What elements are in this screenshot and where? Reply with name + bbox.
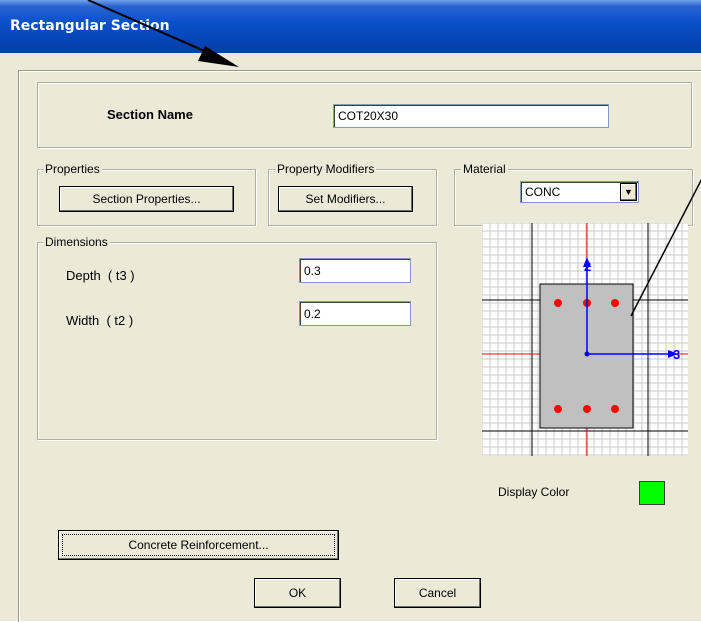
concrete-reinforcement-button[interactable]: Concrete Reinforcement... xyxy=(58,530,339,560)
rebar-dot xyxy=(583,405,591,413)
axis-origin xyxy=(584,351,590,357)
axis-2-label: 2 xyxy=(584,259,591,274)
dimensions-legend: Dimensions xyxy=(43,235,110,249)
chevron-down-icon[interactable]: ▼ xyxy=(620,183,637,201)
display-color-swatch[interactable] xyxy=(639,481,665,505)
width-input[interactable] xyxy=(299,301,411,326)
window-title: Rectangular Section xyxy=(10,18,170,34)
depth-label: Depth ( t3 ) xyxy=(66,268,135,283)
axis-3-label: 3 xyxy=(673,347,680,362)
section-preview: 2 3 xyxy=(482,223,688,456)
property-modifiers-legend: Property Modifiers xyxy=(275,162,377,176)
cancel-button[interactable]: Cancel xyxy=(394,578,481,608)
material-selected-value: CONC xyxy=(525,185,561,199)
rebar-dot xyxy=(611,405,619,413)
title-bar[interactable]: Rectangular Section xyxy=(0,0,701,53)
set-modifiers-button[interactable]: Set Modifiers... xyxy=(278,186,413,212)
width-label: Width ( t2 ) xyxy=(66,313,134,328)
section-properties-button[interactable]: Section Properties... xyxy=(59,186,234,212)
ok-button[interactable]: OK xyxy=(254,578,341,608)
material-legend: Material xyxy=(461,162,508,176)
material-select[interactable]: CONC ▼ xyxy=(520,181,639,203)
display-color-label: Display Color xyxy=(498,485,570,499)
rebar-dot xyxy=(611,299,619,307)
rebar-dot xyxy=(554,405,562,413)
rebar-dot xyxy=(554,299,562,307)
depth-input[interactable] xyxy=(299,258,411,283)
section-name-label: Section Name xyxy=(107,107,193,122)
properties-legend: Properties xyxy=(43,162,102,176)
section-name-input[interactable] xyxy=(333,104,609,128)
